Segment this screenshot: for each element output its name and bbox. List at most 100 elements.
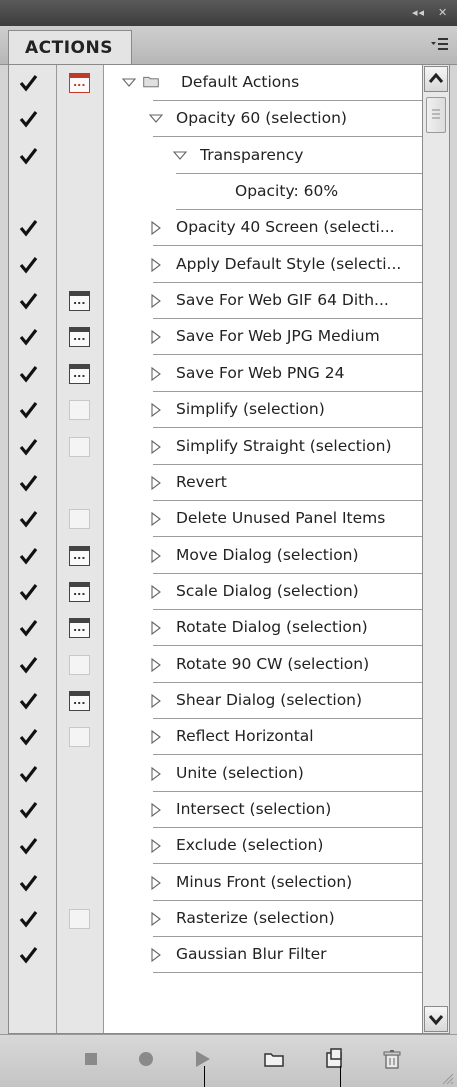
checkmark-icon[interactable]: [18, 764, 38, 784]
close-icon[interactable]: ✕: [438, 6, 448, 19]
collapse-icon[interactable]: ◂◂: [412, 6, 425, 19]
modal-dialog-icon[interactable]: [69, 690, 90, 711]
disclosure-triangle-icon[interactable]: [148, 693, 164, 709]
checkmark-icon[interactable]: [18, 109, 38, 129]
action-row[interactable]: Opacity 40 Screen (selecti...: [9, 210, 427, 247]
disclosure-triangle-icon[interactable]: [148, 511, 164, 527]
action-row[interactable]: Save For Web JPG Medium: [9, 319, 427, 356]
disclosure-triangle-icon[interactable]: [148, 911, 164, 927]
checkmark-icon[interactable]: [18, 945, 38, 965]
action-row[interactable]: Gaussian Blur Filter: [9, 937, 427, 974]
disclosure-triangle-icon[interactable]: [148, 766, 164, 782]
vertical-scrollbar[interactable]: [422, 64, 450, 1034]
checkmark-icon[interactable]: [18, 909, 38, 929]
checkmark-icon[interactable]: [18, 873, 38, 893]
panel-menu-icon[interactable]: [429, 34, 449, 54]
action-row[interactable]: Save For Web PNG 24: [9, 356, 427, 392]
disclosure-triangle-icon[interactable]: [148, 220, 164, 236]
disclosure-triangle-icon[interactable]: [148, 729, 164, 745]
disclosure-triangle-icon[interactable]: [148, 838, 164, 854]
disclosure-triangle-icon[interactable]: [148, 802, 164, 818]
checkmark-icon[interactable]: [18, 836, 38, 856]
action-row[interactable]: Scale Dialog (selection): [9, 574, 427, 610]
action-set-row[interactable]: Default Actions: [9, 65, 427, 101]
action-row[interactable]: Intersect (selection): [9, 792, 427, 828]
disclosure-triangle-icon[interactable]: [148, 620, 164, 636]
resize-grip-icon[interactable]: [440, 1071, 454, 1085]
checkmark-icon[interactable]: [18, 255, 38, 275]
action-row[interactable]: Minus Front (selection): [9, 865, 427, 901]
modal-dialog-icon[interactable]: [69, 291, 90, 312]
trash-icon[interactable]: [380, 1047, 404, 1071]
dialog-toggle-empty[interactable]: [69, 727, 90, 748]
disclosure-triangle-icon[interactable]: [148, 875, 164, 891]
action-row[interactable]: Transparency: [9, 138, 427, 174]
modal-dialog-icon[interactable]: [69, 73, 90, 93]
scroll-down-button[interactable]: [424, 1006, 448, 1032]
disclosure-triangle-expanded-icon[interactable]: [121, 75, 137, 91]
scroll-up-button[interactable]: [424, 66, 448, 92]
action-row[interactable]: Rasterize (selection): [9, 901, 427, 938]
new-set-folder-icon[interactable]: [262, 1047, 286, 1071]
disclosure-triangle-icon[interactable]: [148, 366, 164, 382]
scroll-thumb[interactable]: [426, 97, 446, 133]
checkmark-icon[interactable]: [18, 400, 38, 420]
disclosure-triangle-icon[interactable]: [148, 584, 164, 600]
modal-dialog-icon[interactable]: [69, 618, 90, 639]
disclosure-triangle-icon[interactable]: [148, 293, 164, 309]
action-row[interactable]: Opacity: 60%: [9, 174, 427, 211]
disclosure-triangle-icon[interactable]: [148, 402, 164, 418]
disclosure-triangle-icon[interactable]: [148, 475, 164, 491]
action-row[interactable]: Move Dialog (selection): [9, 538, 427, 574]
dialog-toggle-empty[interactable]: [69, 400, 90, 421]
checkmark-icon[interactable]: [18, 546, 38, 566]
checkmark-icon[interactable]: [18, 655, 38, 675]
disclosure-triangle-icon[interactable]: [148, 657, 164, 673]
modal-dialog-icon[interactable]: [69, 581, 90, 602]
action-row[interactable]: Save For Web GIF 64 Dith...: [9, 283, 427, 320]
play-icon[interactable]: [190, 1047, 214, 1071]
checkmark-icon[interactable]: [18, 146, 38, 166]
dialog-toggle-empty[interactable]: [69, 509, 90, 530]
stop-icon[interactable]: [79, 1047, 103, 1071]
disclosure-triangle-icon[interactable]: [148, 329, 164, 345]
action-row[interactable]: Delete Unused Panel Items: [9, 501, 427, 538]
disclosure-triangle-icon[interactable]: [148, 548, 164, 564]
checkmark-icon[interactable]: [18, 73, 38, 93]
action-row[interactable]: Apply Default Style (selecti...: [9, 247, 427, 283]
checkmark-icon[interactable]: [18, 218, 38, 238]
action-row[interactable]: Shear Dialog (selection): [9, 683, 427, 719]
checkmark-icon[interactable]: [18, 473, 38, 493]
checkmark-icon[interactable]: [18, 327, 38, 347]
modal-dialog-icon[interactable]: [69, 327, 90, 348]
action-row[interactable]: Rotate Dialog (selection): [9, 610, 427, 647]
action-row[interactable]: Simplify Straight (selection): [9, 429, 427, 465]
checkmark-icon[interactable]: [18, 727, 38, 747]
checkmark-icon[interactable]: [18, 691, 38, 711]
dialog-toggle-empty[interactable]: [69, 909, 90, 930]
tab-actions[interactable]: ACTIONS: [8, 30, 132, 64]
modal-dialog-icon[interactable]: [69, 545, 90, 566]
disclosure-triangle-icon[interactable]: [148, 947, 164, 963]
checkmark-icon[interactable]: [18, 291, 38, 311]
dialog-toggle-empty[interactable]: [69, 654, 90, 675]
disclosure-triangle-expanded-icon[interactable]: [148, 111, 164, 127]
action-row[interactable]: Exclude (selection): [9, 828, 427, 865]
dialog-toggle-empty[interactable]: [69, 436, 90, 457]
checkmark-icon[interactable]: [18, 618, 38, 638]
action-row[interactable]: Opacity 60 (selection): [9, 101, 427, 138]
record-icon[interactable]: [134, 1047, 158, 1071]
checkmark-icon[interactable]: [18, 582, 38, 602]
action-row[interactable]: Rotate 90 CW (selection): [9, 647, 427, 683]
action-row[interactable]: Unite (selection): [9, 756, 427, 792]
checkmark-icon[interactable]: [18, 509, 38, 529]
disclosure-triangle-expanded-icon[interactable]: [172, 148, 188, 164]
checkmark-icon[interactable]: [18, 364, 38, 384]
disclosure-triangle-icon[interactable]: [148, 439, 164, 455]
action-row[interactable]: Reflect Horizontal: [9, 719, 427, 756]
modal-dialog-icon[interactable]: [69, 363, 90, 384]
checkmark-icon[interactable]: [18, 437, 38, 457]
disclosure-triangle-icon[interactable]: [148, 257, 164, 273]
action-row[interactable]: Revert: [9, 465, 427, 501]
action-row[interactable]: Simplify (selection): [9, 392, 427, 429]
